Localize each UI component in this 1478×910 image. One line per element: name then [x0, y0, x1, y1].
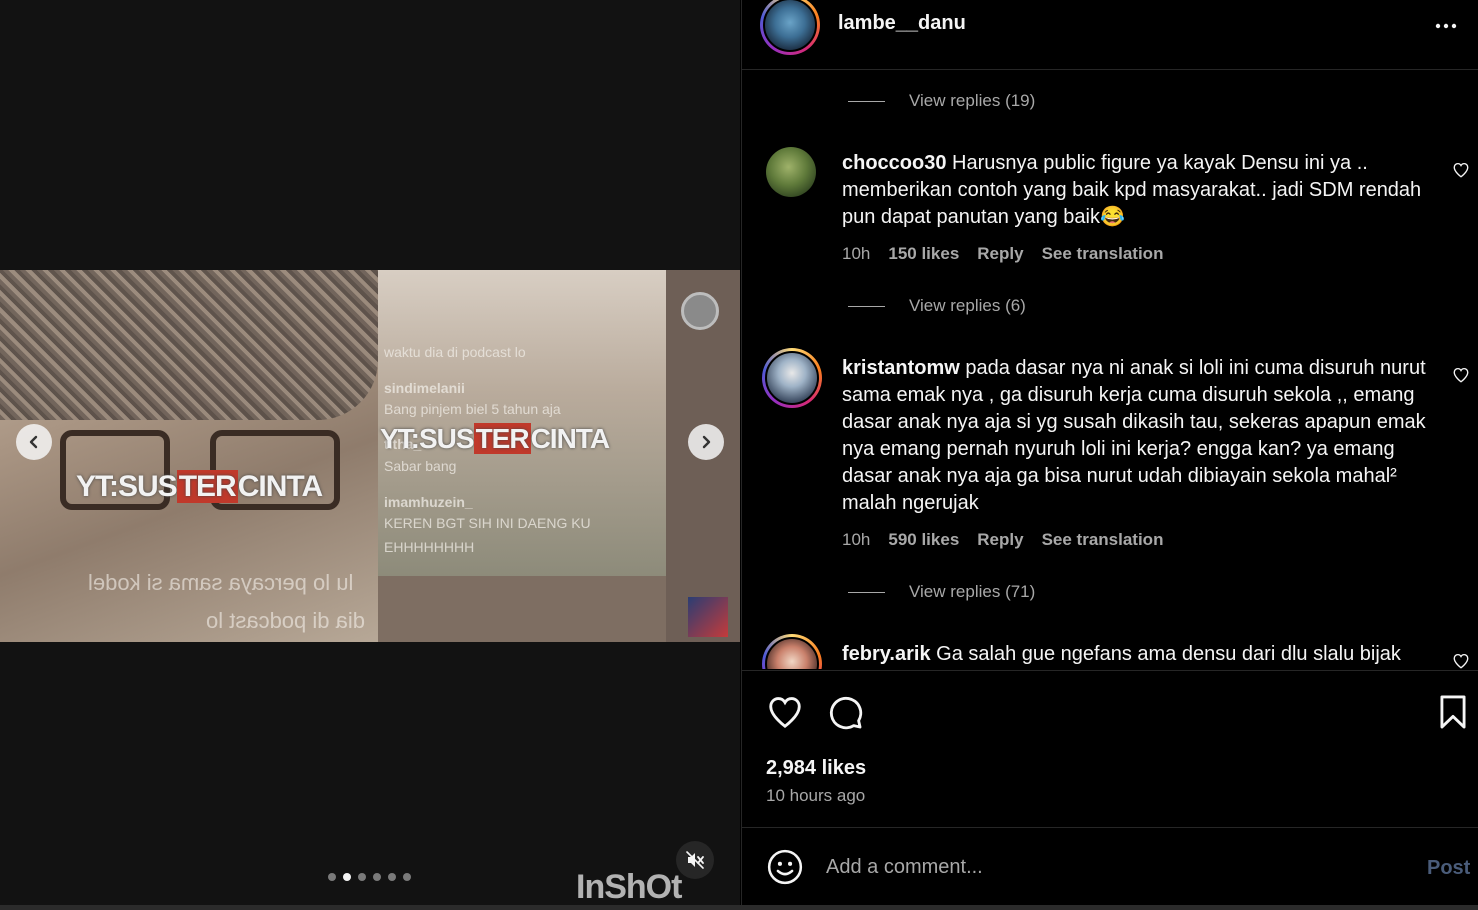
carousel-dot: [373, 873, 381, 881]
author-username[interactable]: lambe__danu: [838, 12, 966, 35]
comment-icon[interactable]: [826, 693, 864, 731]
watermark-part: YT:SUS: [76, 470, 178, 503]
comment-text: choccoo30 Harusnya public figure ya kaya…: [842, 150, 1432, 231]
cap-pattern: [0, 270, 378, 420]
avatar-image: [763, 0, 817, 52]
view-replies-label: View replies (19): [909, 91, 1036, 110]
commenter-username[interactable]: febry.arik: [842, 643, 931, 665]
comment-time: 10h: [842, 530, 871, 549]
post-timestamp[interactable]: 10 hours ago: [766, 786, 865, 806]
post-comment-button[interactable]: Post: [1427, 857, 1470, 880]
watermark-part: TER: [473, 423, 531, 454]
comment-time: 10h: [842, 244, 871, 263]
bookmark-icon[interactable]: [1434, 693, 1472, 731]
previous-slide-button[interactable]: [16, 424, 52, 460]
comment-text: kristantomw pada dasar nya ni anak si lo…: [842, 355, 1432, 517]
media-pane: waktu dia di podcast lo sindimelanii Ban…: [0, 0, 740, 906]
video-right-bottom: [378, 576, 666, 642]
post-likes-count[interactable]: 2,984 likes: [766, 757, 866, 780]
comments-list[interactable]: View replies (19) choccoo30 Harusnya pub…: [742, 71, 1478, 669]
like-comment-icon[interactable]: [1452, 652, 1470, 669]
view-replies-label: View replies (6): [909, 296, 1026, 315]
avatar-image: [765, 351, 819, 405]
like-comment-icon[interactable]: [1452, 366, 1470, 384]
post-header: lambe__danu: [742, 0, 1478, 70]
see-translation-button[interactable]: See translation: [1042, 244, 1164, 264]
bottom-strip: [0, 905, 1478, 910]
comment-meta: 10h 150 likes Reply See translation: [842, 244, 1163, 264]
watermark-small: YT:SUSTERCINTA: [380, 423, 610, 455]
chevron-right-icon: [702, 435, 711, 449]
watermark-part: YT:SUS: [380, 423, 475, 454]
commenter-username[interactable]: choccoo30: [842, 152, 946, 174]
chevron-left-icon: [29, 435, 38, 449]
like-comment-icon[interactable]: [1452, 161, 1470, 179]
watermark-part: TER: [176, 470, 238, 503]
overlay-line: Bang pinjem biel 5 tahun aja: [384, 401, 561, 417]
carousel-dot-active: [343, 873, 351, 881]
overlay-line: EHHHHHHHH: [384, 539, 475, 555]
mute-toggle-button[interactable]: [676, 841, 714, 879]
next-slide-button[interactable]: [688, 424, 724, 460]
channel-thumbnail: [688, 597, 728, 637]
comment-text: febry.arik Ga salah gue ngefans ama dens…: [842, 641, 1432, 668]
heart-icon[interactable]: [766, 693, 804, 731]
reply-button[interactable]: Reply: [977, 244, 1023, 264]
reply-button[interactable]: Reply: [977, 530, 1023, 550]
commenter-avatar[interactable]: [762, 348, 822, 408]
replies-line: [848, 100, 885, 102]
watermark-part: CINTA: [237, 470, 323, 503]
emoji-icon[interactable]: [766, 848, 804, 886]
overlay-line: KEREN BGT SIH INI DAENG KU: [384, 515, 591, 531]
post-side-panel: lambe__danu View replies (19) choccoo30 …: [741, 0, 1478, 905]
overlay-line: waktu dia di podcast lo: [384, 344, 526, 360]
more-options-button[interactable]: [1434, 14, 1458, 44]
inshot-watermark: InShOt: [576, 868, 682, 906]
record-dot: [681, 292, 719, 330]
see-translation-button[interactable]: See translation: [1042, 530, 1164, 550]
commenter-username[interactable]: kristantomw: [842, 357, 960, 379]
commenter-avatar[interactable]: [766, 147, 816, 197]
comment-content: Ga salah gue ngefans ama densu dari dlu …: [936, 643, 1401, 665]
comment-likes[interactable]: 150 likes: [888, 244, 959, 264]
watermark-part: CINTA: [530, 423, 610, 454]
replies-line: [848, 591, 885, 593]
avatar-image: [765, 637, 819, 669]
commenter-avatar[interactable]: [762, 634, 822, 669]
overlay-line: sindimelanii: [384, 380, 465, 396]
mirrored-caption: lu lo percaya sama si kodel: [88, 570, 354, 595]
carousel-dot: [328, 873, 336, 881]
watermark-main: YT:SUSTERCINTA: [76, 470, 323, 504]
post-modal: waktu dia di podcast lo sindimelanii Ban…: [0, 0, 1478, 910]
author-avatar[interactable]: [760, 0, 820, 55]
overlay-line: imamhuzein_: [384, 494, 473, 510]
comment-input[interactable]: [826, 850, 1386, 884]
add-comment-bar: Post: [742, 827, 1478, 905]
comment-meta: 10h 590 likes Reply See translation: [842, 530, 1163, 550]
overlay-line: Sabar bang: [384, 458, 457, 474]
more-icon: [1435, 23, 1457, 29]
carousel-dot: [358, 873, 366, 881]
comment-likes[interactable]: 590 likes: [888, 530, 959, 550]
carousel-dot: [388, 873, 396, 881]
comment-content: pada dasar nya ni anak si loli ini cuma …: [842, 357, 1426, 514]
view-replies-button[interactable]: View replies (19): [848, 91, 1035, 111]
view-replies-button[interactable]: View replies (6): [848, 296, 1026, 316]
view-replies-label: View replies (71): [909, 582, 1036, 601]
view-replies-button[interactable]: View replies (71): [848, 582, 1035, 602]
post-actions: 2,984 likes 10 hours ago: [742, 670, 1478, 827]
carousel-dot: [403, 873, 411, 881]
carousel-indicator: [328, 873, 411, 881]
mirrored-caption: dia di podcast lo: [206, 608, 365, 633]
mute-icon: [686, 851, 704, 869]
replies-line: [848, 305, 885, 307]
video-frame[interactable]: waktu dia di podcast lo sindimelanii Ban…: [0, 270, 740, 642]
